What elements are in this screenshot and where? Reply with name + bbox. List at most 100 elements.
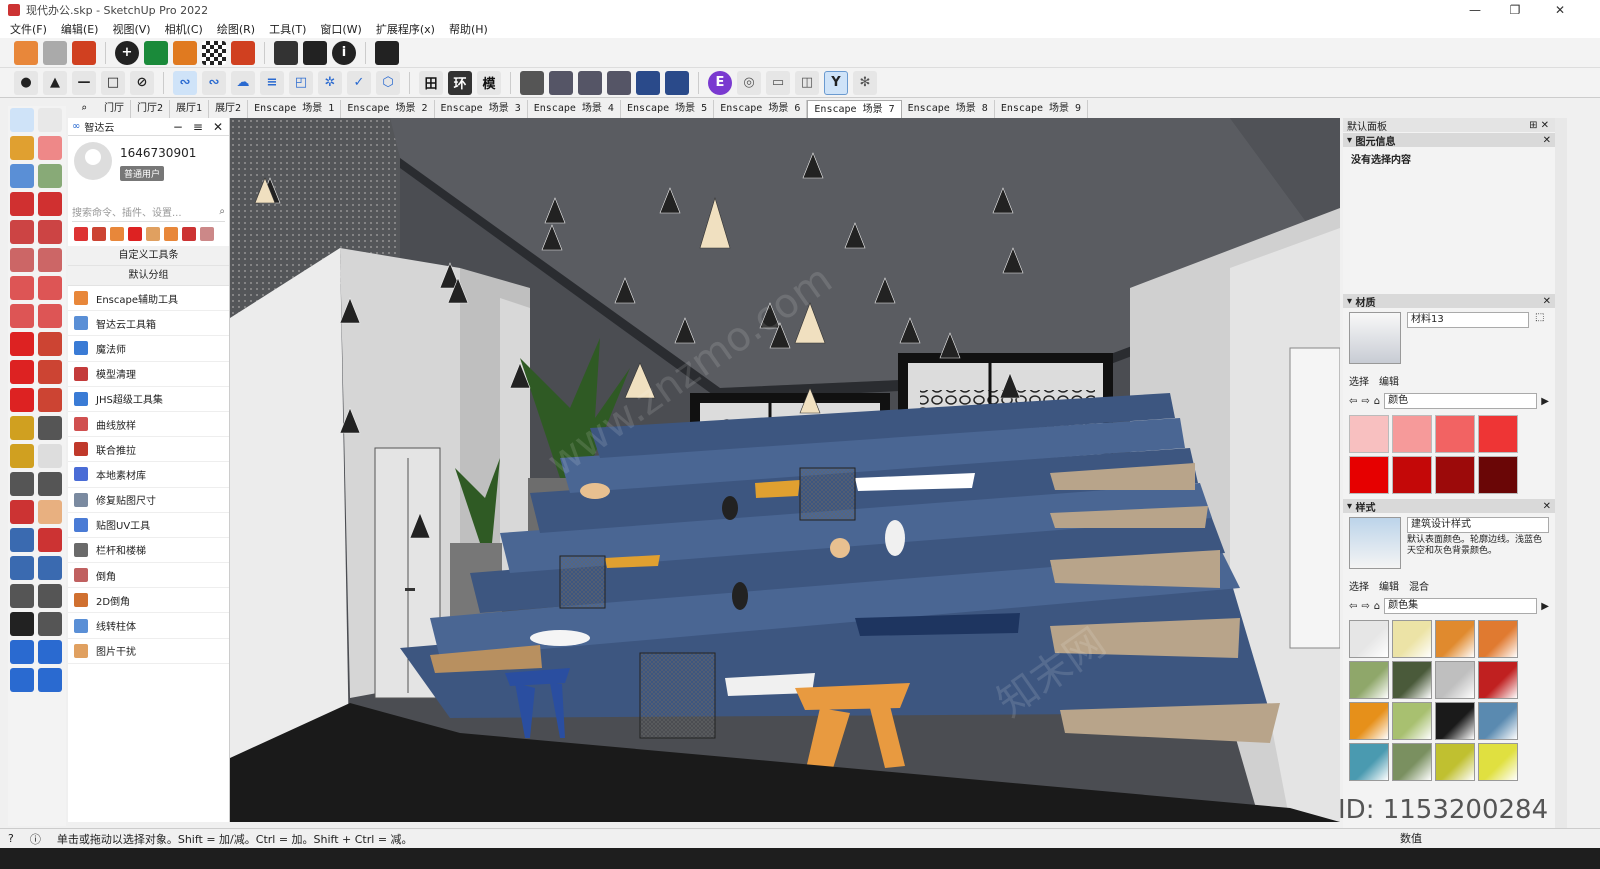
polygon-icon[interactable] <box>38 248 62 272</box>
hide-icon[interactable]: ⊘ <box>130 70 154 95</box>
tab-scene-10[interactable]: Enscape 场景 6 <box>714 100 808 118</box>
style-thumbnail[interactable] <box>1478 743 1518 781</box>
check-circle-icon[interactable]: ✓ <box>347 70 371 95</box>
box-front-icon[interactable] <box>549 70 573 95</box>
quick-tool-2-icon[interactable] <box>92 227 106 241</box>
style-thumbnail[interactable] <box>1392 702 1432 740</box>
tab-scene-3[interactable]: 展厅1 <box>170 100 210 118</box>
drape-icon[interactable] <box>38 668 62 692</box>
tab-scene-8[interactable]: Enscape 场景 4 <box>528 100 621 118</box>
style-thumbnail[interactable] <box>1349 661 1389 699</box>
close-button[interactable]: ✕ <box>1540 0 1580 20</box>
tool-item[interactable]: 2D倒角 <box>68 588 229 614</box>
frame-icon[interactable]: ◰ <box>289 70 313 95</box>
curve-search-icon[interactable]: ∾ <box>202 70 226 95</box>
user-icon[interactable] <box>375 40 399 65</box>
material-swatch[interactable] <box>1349 456 1389 494</box>
quick-tool-6-icon[interactable] <box>164 227 178 241</box>
tape-measure-icon[interactable] <box>10 416 34 440</box>
smooth-icon[interactable]: ∾ <box>173 70 197 95</box>
axes-icon[interactable] <box>10 472 34 496</box>
cube-icon[interactable]: ⬡ <box>376 70 400 95</box>
home-icon[interactable]: ⌂ <box>1374 396 1380 407</box>
style-thumbnail[interactable] <box>1349 743 1389 781</box>
style-tab-select[interactable]: 选择 <box>1349 578 1369 593</box>
material-tools-icon[interactable]: ⬚ <box>1535 312 1549 366</box>
protractor-icon[interactable] <box>10 444 34 468</box>
select-arrow-icon[interactable] <box>10 108 34 132</box>
quick-tool-1-icon[interactable] <box>74 227 88 241</box>
ring-icon[interactable]: 环 <box>448 70 472 95</box>
position-camera-icon[interactable] <box>10 584 34 608</box>
style-thumbnail[interactable] <box>1392 743 1432 781</box>
tool-item[interactable]: 模型清理 <box>68 362 229 387</box>
eraser-icon[interactable] <box>38 136 62 160</box>
zoom-window-icon[interactable] <box>38 528 62 552</box>
dot-icon[interactable]: ● <box>14 70 38 95</box>
move-icon[interactable] <box>10 332 34 356</box>
minimize-button[interactable]: — <box>1455 0 1495 20</box>
tool-item[interactable]: 修复贴图尺寸 <box>68 488 229 513</box>
orbit-tool-icon[interactable] <box>10 500 34 524</box>
tab-scene-5[interactable]: Enscape 场景 1 <box>248 100 342 118</box>
tab-scene-1[interactable]: 门厅 <box>98 100 131 118</box>
default-group-header[interactable]: 默认分组 <box>68 266 229 286</box>
section-plane-icon[interactable] <box>38 612 62 636</box>
material-category-select[interactable]: 颜色 <box>1384 393 1538 409</box>
tool-item[interactable]: 联合推拉 <box>68 437 229 463</box>
menu-tools[interactable]: 工具(T) <box>269 21 306 37</box>
quick-tool-3-icon[interactable] <box>110 227 124 241</box>
menu-view[interactable]: 视图(V) <box>112 21 150 37</box>
panel-minimize-icon[interactable]: − <box>173 120 183 134</box>
tab-scene-9[interactable]: Enscape 场景 5 <box>621 100 715 118</box>
checker-icon[interactable] <box>202 40 226 65</box>
close-icon[interactable]: ✕ <box>1543 296 1551 307</box>
tray-pin-icon[interactable]: ⊞ ✕ <box>1529 120 1549 131</box>
network-icon[interactable]: ✲ <box>318 70 342 95</box>
menu-file[interactable]: 文件(F) <box>10 21 47 37</box>
material-swatch[interactable] <box>1435 456 1475 494</box>
tape-icon[interactable] <box>38 164 62 188</box>
material-swatch[interactable] <box>1478 456 1518 494</box>
material-swatch[interactable] <box>1392 415 1432 453</box>
status-question-icon[interactable]: ? <box>8 832 14 845</box>
details-arrow-icon[interactable]: ▶ <box>1541 396 1549 407</box>
tool-item[interactable]: Enscape辅助工具 <box>68 286 229 312</box>
tab-scene-11[interactable]: Enscape 场景 7 <box>807 100 902 118</box>
style-thumbnail[interactable] <box>1478 702 1518 740</box>
stamp-icon[interactable] <box>10 668 34 692</box>
add-circle-icon[interactable]: + <box>115 40 139 65</box>
tab-select[interactable]: 选择 <box>1349 373 1369 388</box>
back-icon[interactable]: ⇦ <box>1349 396 1357 407</box>
home-icon[interactable]: ⌂ <box>1374 601 1380 612</box>
follow-me-icon[interactable] <box>38 360 62 384</box>
tool-item[interactable]: 贴图UV工具 <box>68 513 229 538</box>
grid-icon[interactable]: 田 <box>419 70 443 95</box>
style-thumbnail[interactable] <box>1435 743 1475 781</box>
menu-camera[interactable]: 相机(C) <box>165 21 203 37</box>
box-left-icon[interactable] <box>665 70 689 95</box>
tab-edit[interactable]: 编辑 <box>1379 373 1399 388</box>
material-name-field[interactable]: 材料13 <box>1407 312 1529 328</box>
tab-scene-4[interactable]: 展厅2 <box>209 100 249 118</box>
style-category-select[interactable]: 颜色集 <box>1384 598 1538 614</box>
custom-toolbar-header[interactable]: 自定义工具条 <box>68 246 229 266</box>
paint-bucket-icon[interactable] <box>10 136 34 160</box>
line-icon[interactable]: — <box>72 70 96 95</box>
tab-scene-12[interactable]: Enscape 场景 8 <box>902 100 995 118</box>
style-thumbnail[interactable] <box>1478 661 1518 699</box>
envelope-icon[interactable] <box>303 40 327 65</box>
search-icon[interactable]: ⌕ <box>70 100 98 118</box>
search-icon[interactable]: ⌕ <box>219 206 225 217</box>
scale-icon[interactable] <box>10 388 34 412</box>
tab-scene-2[interactable]: 门厅2 <box>131 100 171 118</box>
quick-tool-8-icon[interactable] <box>200 227 214 241</box>
style-thumbnail[interactable] <box>1478 620 1518 658</box>
component-icon[interactable] <box>10 164 34 188</box>
warehouse-icon[interactable] <box>173 40 197 65</box>
restore-button[interactable]: ❐ <box>1495 0 1535 20</box>
panel-close-icon[interactable]: ✕ <box>213 120 223 134</box>
cloud-list-icon[interactable]: ≡ <box>260 70 284 95</box>
smoove-icon[interactable] <box>38 640 62 664</box>
arc-3pt-icon[interactable] <box>10 304 34 328</box>
